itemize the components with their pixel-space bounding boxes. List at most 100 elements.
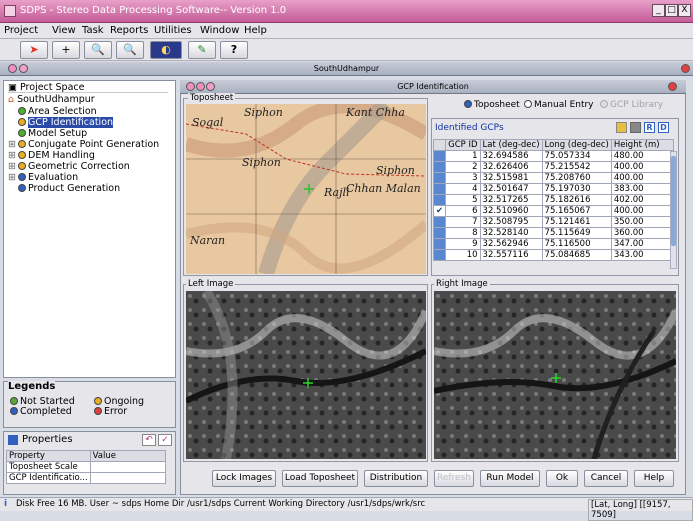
- table-cell: 75.182616: [541, 194, 612, 206]
- table-row[interactable]: 4 32.501647 75.197030 383.00: [432, 183, 674, 195]
- property-row[interactable]: Toposheet Scale: [6, 461, 91, 473]
- menu-window[interactable]: Window: [200, 25, 239, 36]
- menu-help[interactable]: Help: [244, 25, 267, 36]
- tree-item[interactable]: Model Setup: [8, 128, 87, 139]
- zoom-in-button[interactable]: 🔍: [84, 41, 112, 59]
- map-label: Kant Chha: [345, 106, 405, 119]
- lock-icon[interactable]: [616, 122, 627, 133]
- row-select-icon[interactable]: [432, 161, 447, 173]
- property-row[interactable]: GCP Identificatio...: [6, 472, 91, 484]
- distribution-button[interactable]: Distribution: [364, 470, 428, 487]
- table-cell: 4: [445, 183, 481, 195]
- check-icon[interactable]: ✓: [158, 434, 172, 446]
- help-button[interactable]: ?: [220, 41, 248, 59]
- undo-icon[interactable]: ↶: [142, 434, 156, 446]
- menu-project[interactable]: Project: [4, 25, 38, 36]
- gcp-close-icon[interactable]: [668, 82, 677, 91]
- ok-button[interactable]: Ok: [546, 470, 578, 487]
- row-check-icon[interactable]: ✔: [432, 205, 447, 217]
- status-bullet-icon: [18, 173, 26, 181]
- help-icon: ?: [230, 43, 238, 56]
- tree-item[interactable]: ⊞ Geometric Correction: [8, 161, 130, 172]
- table-row[interactable]: 9 32.562946 75.116500 347.00: [432, 238, 674, 250]
- refresh-button[interactable]: Refresh: [434, 470, 474, 487]
- minimize-button[interactable]: _: [652, 4, 665, 17]
- table-scrollbar[interactable]: [670, 151, 677, 269]
- info-icon: i: [4, 499, 8, 509]
- load-toposheet-button[interactable]: Load Toposheet: [282, 470, 358, 487]
- cancel-button[interactable]: Cancel: [584, 470, 628, 487]
- right-image-panel: Right Image: [431, 279, 679, 462]
- radio-toposheet[interactable]: Toposheet: [464, 100, 520, 110]
- expand-icon[interactable]: ⊞: [8, 139, 18, 150]
- row-select-icon[interactable]: [432, 216, 447, 228]
- menu-reports[interactable]: Reports: [110, 25, 148, 36]
- table-cell: 350.00: [610, 216, 674, 228]
- select-arrow-button[interactable]: ➤: [20, 41, 48, 59]
- tree-item[interactable]: ⊞ Conjugate Point Generation: [8, 139, 159, 150]
- menu-view[interactable]: View: [52, 25, 76, 36]
- menu-utilities[interactable]: Utilities: [154, 25, 192, 36]
- add-point-button[interactable]: +: [52, 41, 80, 59]
- tree-item-label: Evaluation: [28, 172, 79, 183]
- gcp-restore-icon[interactable]: [196, 82, 205, 91]
- table-row[interactable]: 8 32.528140 75.115649 360.00: [432, 227, 674, 239]
- r-icon[interactable]: R: [644, 122, 655, 133]
- table-cell: 402.00: [610, 194, 674, 206]
- tree-item[interactable]: ⊞ DEM Handling: [8, 150, 95, 161]
- table-row[interactable]: 7 32.508795 75.121461 350.00: [432, 216, 674, 228]
- row-select-icon[interactable]: [432, 238, 447, 250]
- table-row[interactable]: 3 32.515981 75.208760 400.00: [432, 172, 674, 184]
- menu-task[interactable]: Task: [82, 25, 104, 36]
- maximize-button[interactable]: □: [665, 4, 678, 17]
- expand-icon[interactable]: ⊞: [8, 172, 18, 183]
- table-cell: 32.515981: [479, 172, 543, 184]
- table-row[interactable]: 1 32.694586 75.057334 480.00: [432, 150, 674, 162]
- close-button[interactable]: X: [678, 4, 691, 17]
- radio-gcp-library[interactable]: GCP Library: [600, 100, 663, 110]
- properties-table: Property Value Toposheet Scale GCP Identi…: [6, 450, 167, 484]
- gcp-menu-icon[interactable]: [186, 82, 195, 91]
- legends-panel: Legends Not Started Completed Ongoing Er…: [3, 381, 176, 428]
- tree-item[interactable]: GCP Identification: [8, 117, 114, 128]
- table-row[interactable]: 2 32.626406 75.215542 400.00: [432, 161, 674, 173]
- row-select-icon[interactable]: [432, 249, 447, 261]
- run-model-button[interactable]: Run Model: [480, 470, 540, 487]
- right-image-label: Right Image: [434, 279, 490, 289]
- table-cell: 75.057334: [541, 150, 612, 162]
- table-row[interactable]: 5 32.517265 75.182616 402.00: [432, 194, 674, 206]
- edit-button[interactable]: ✎: [188, 41, 216, 59]
- frame-minimize-icon[interactable]: [19, 64, 28, 73]
- tree-item[interactable]: ⊞ Evaluation: [8, 172, 78, 183]
- table-row[interactable]: ✔ 6 32.510960 75.165067 400.00: [432, 205, 674, 217]
- toposheet-map[interactable]: Sogal Siphon Kant Chha Siphon Chhan Mala…: [186, 104, 426, 274]
- zoom-out-button[interactable]: 🔍: [116, 41, 144, 59]
- toposheet-panel: Toposheet Sogal Siphon Kant Chha Siphon …: [183, 93, 428, 276]
- tree-item[interactable]: Product Generation: [8, 183, 120, 194]
- row-select-icon[interactable]: [432, 194, 447, 206]
- left-image-view[interactable]: [186, 291, 426, 459]
- tree-item[interactable]: Area Selection: [8, 106, 97, 117]
- grid-icon[interactable]: [630, 122, 641, 133]
- row-select-icon[interactable]: [432, 227, 447, 239]
- help-dialog-button[interactable]: Help: [634, 470, 674, 487]
- tree-item-label: Model Setup: [28, 128, 88, 139]
- expand-icon[interactable]: ⊞: [8, 161, 18, 172]
- frame-close-icon[interactable]: [681, 64, 690, 73]
- table-row[interactable]: 10 32.557116 75.084685 343.00: [432, 249, 674, 261]
- row-select-icon[interactable]: [432, 183, 447, 195]
- row-select-icon[interactable]: [432, 150, 447, 162]
- table-cell: 10: [445, 249, 481, 261]
- lock-images-button[interactable]: Lock Images: [212, 470, 276, 487]
- expand-icon[interactable]: ⊞: [8, 150, 18, 161]
- row-select-icon[interactable]: [432, 172, 447, 184]
- contrast-button[interactable]: ◐: [150, 41, 182, 59]
- d-icon[interactable]: D: [658, 122, 669, 133]
- right-image-view[interactable]: [434, 291, 676, 459]
- table-cell: 480.00: [610, 150, 674, 162]
- table-cell: 75.084685: [541, 249, 612, 261]
- gcp-minimize-icon[interactable]: [206, 82, 215, 91]
- tree-root[interactable]: ⌂ SouthUdhampur: [8, 94, 95, 105]
- radio-manual-entry[interactable]: Manual Entry: [524, 100, 594, 110]
- frame-menu-icon[interactable]: [8, 64, 17, 73]
